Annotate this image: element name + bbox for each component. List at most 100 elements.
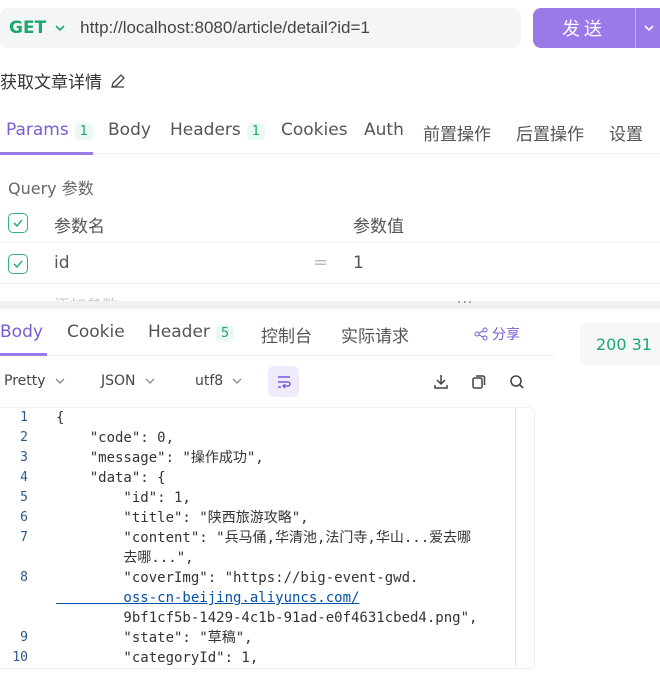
encoding-select[interactable]: utf8 [195,373,243,389]
tab-console[interactable]: 控制台 [261,322,312,347]
chevron-down-icon [55,25,65,32]
language-value: JSON [101,373,136,389]
copy-icon[interactable] [470,373,488,391]
tab-pre-ops[interactable]: 前置操作 [423,120,491,145]
line-number: 3 [20,450,28,465]
request-tabs: Params 1 Body Headers 1 Cookies Auth 前置操作 … [0,114,660,155]
line-number: 9 [20,630,28,645]
param-value-input[interactable]: 1 [353,253,364,273]
line-number: 10 [12,650,28,665]
line-number: 8 [20,570,28,585]
tab-headers[interactable]: Headers 1 [170,120,266,140]
send-label: 发送 [562,19,606,40]
tab-label: Cookies [281,120,348,140]
code-text: "categoryId": 1, [56,650,259,666]
url-input[interactable]: http://localhost:8080/article/detail?id=… [80,18,370,38]
tab-label: Body [108,120,151,140]
encoding-value: utf8 [195,373,224,389]
method-label: GET [9,18,47,38]
download-icon[interactable] [432,373,450,391]
tab-badge: 1 [246,123,266,140]
code-text: "content": "兵马俑,华清池,法门寺,华山...爱去哪 [56,530,472,546]
tab-label: 前置操作 [423,125,491,145]
tab-label: 实际请求 [341,327,409,347]
column-header-name: 参数名 [54,217,105,237]
share-button[interactable]: 分享 [474,324,520,344]
code-text: { [56,410,65,426]
code-text: "state": "草稿", [56,630,253,646]
tab-label: Auth [364,120,404,140]
check-icon [13,219,23,228]
send-button[interactable]: 发送 [533,8,660,48]
line-number: 4 [20,470,28,485]
check-icon [13,260,23,269]
code-text: oss-cn-beijing.aliyuncs.com/ [56,590,360,606]
line-number: 6 [20,510,28,525]
tab-settings[interactable]: 设置 [609,120,643,145]
tab-response-cookie[interactable]: Cookie [67,322,125,342]
equals-sign: = [313,252,329,273]
param-name-input[interactable]: id [54,253,70,273]
tab-response-header[interactable]: Header 5 [148,322,235,342]
tab-label: Params [6,120,69,140]
params-header-row: 参数名 参数值 [0,203,660,243]
tab-badge: 5 [215,325,235,342]
code-text: "code": 0, [56,430,175,446]
format-value: Pretty [4,373,46,389]
active-tab-indicator [0,353,47,356]
edit-icon[interactable] [110,73,126,89]
tab-response-body[interactable]: Body [0,322,43,342]
column-header-value: 参数值 [353,217,404,237]
search-icon[interactable] [508,373,526,391]
chevron-down-icon [55,378,64,384]
param-enabled-checkbox[interactable] [8,254,28,274]
code-text: "message": "操作成功", [56,450,264,466]
tab-label: Headers [170,120,241,140]
code-text: "id": 1, [56,490,191,506]
editor-scrollbar[interactable] [515,408,516,668]
tab-post-ops[interactable]: 后置操作 [516,120,584,145]
tab-badge: 1 [74,123,94,140]
line-number: 7 [20,530,28,545]
wrap-icon [278,376,291,389]
chevron-down-icon [145,378,154,384]
share-icon [474,327,488,341]
panel-splitter[interactable] [0,301,660,309]
line-number: 1 [20,410,28,425]
tab-body[interactable]: Body [108,120,151,140]
chevron-down-icon [232,378,242,384]
request-title: 获取文章详情 [0,68,126,93]
tab-label: Cookie [67,322,125,342]
param-row: id = 1 [0,244,660,284]
active-tab-indicator [0,152,93,155]
query-section-label: Query 参数 [8,179,94,198]
tab-label: Body [0,322,43,342]
select-all-checkbox[interactable] [8,213,28,233]
code-text: "coverImg": "https://big-event-gwd. [56,570,419,586]
code-text: 去哪...", [56,550,194,566]
tab-auth[interactable]: Auth [364,120,404,140]
request-title-text: 获取文章详情 [0,73,102,93]
code-text: 9bf1cf5b-1429-4c1b-91ad-e0f4631cbed4.png… [56,610,478,626]
code-text: "data": { [56,470,166,486]
word-wrap-button[interactable] [268,366,299,397]
method-select[interactable]: GET [9,18,68,38]
format-select[interactable]: Pretty [4,373,66,389]
url-bar[interactable]: GET http://localhost:8080/article/detail… [0,8,521,48]
tab-params[interactable]: Params 1 [6,120,94,140]
code-text: "title": "陕西旅游攻略", [56,510,309,526]
tab-cookies[interactable]: Cookies [281,120,348,140]
tab-label: Header [148,322,210,342]
drag-handle-icon[interactable]: ··· [457,295,473,311]
line-number: 5 [20,490,28,505]
tab-label: 控制台 [261,327,312,347]
tab-actual-request[interactable]: 实际请求 [341,322,409,347]
tab-label: 后置操作 [516,125,584,145]
tab-label: 设置 [609,125,643,145]
response-tabs: Body Cookie Header 5 控制台 实际请求 分享 [0,310,555,356]
status-box: 200 31 [580,323,660,365]
response-body-editor[interactable]: 1 { 2 "code": 0, 3 "message": "操作成功", 4 "… [0,407,535,669]
response-toolbar: Pretty JSON utf8 [0,364,540,400]
language-select[interactable]: JSON [101,373,156,389]
chevron-down-icon[interactable] [641,20,657,36]
